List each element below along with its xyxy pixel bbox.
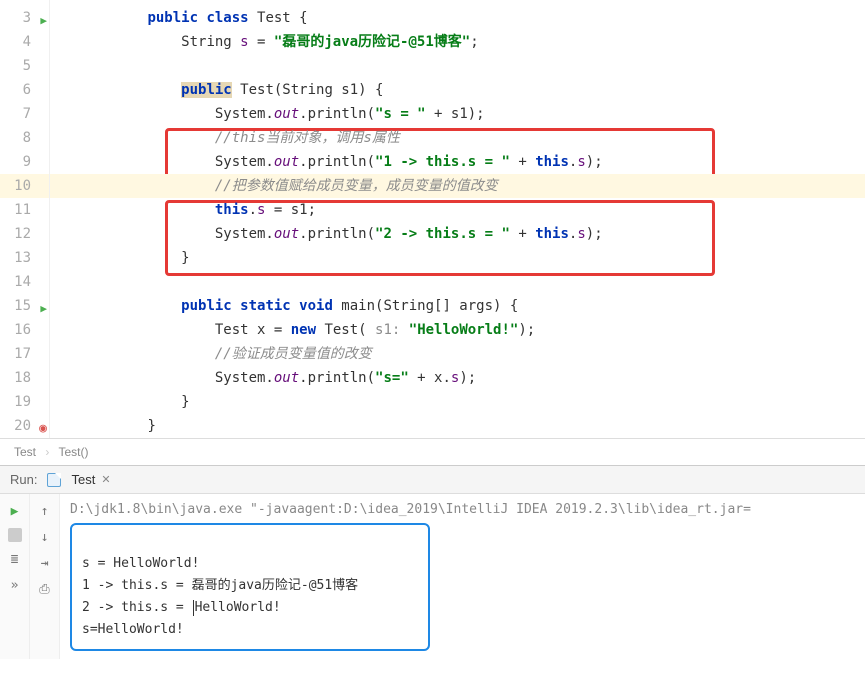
code-line-14[interactable] xyxy=(50,270,865,294)
code-line-8[interactable]: //this当前对象，调用s属性 xyxy=(50,126,865,150)
caret-icon xyxy=(193,600,194,616)
close-icon[interactable]: ✕ xyxy=(101,473,110,486)
code-line-20[interactable]: } xyxy=(50,414,865,438)
gutter-line-17[interactable]: 17 xyxy=(0,342,49,366)
gutter-line-12[interactable]: 12 xyxy=(0,222,49,246)
stop-button[interactable] xyxy=(8,528,22,542)
console-line: s = HelloWorld! xyxy=(82,556,199,571)
code-line-13[interactable]: } xyxy=(50,246,865,270)
breadcrumb-item[interactable]: Test() xyxy=(58,445,88,459)
gutter-line-16[interactable]: 16 xyxy=(0,318,49,342)
gutter-line-3[interactable]: 3▶ xyxy=(0,6,49,30)
gutter-line-14[interactable]: 14 xyxy=(0,270,49,294)
code-line-10[interactable]: //把参数值赋给成员变量，成员变量的值改变 xyxy=(50,174,865,198)
gutter-line-18[interactable]: 18 xyxy=(0,366,49,390)
code-line-17[interactable]: //验证成员变量值的改变 xyxy=(50,342,865,366)
run-config-icon xyxy=(47,473,61,487)
code-line-11[interactable]: this.s = s1; xyxy=(50,198,865,222)
layout-button[interactable]: ≣ xyxy=(6,550,24,568)
console-command: D:\jdk1.8\bin\java.exe "-javaagent:D:\id… xyxy=(70,502,855,517)
console-toolbar-right: ↑ ↓ ⇥ ⎙ xyxy=(30,494,60,659)
code-line-3[interactable]: public class Test { xyxy=(50,6,865,30)
console-output: s = HelloWorld! 1 -> this.s = 磊哥的java历险记… xyxy=(70,523,430,651)
gutter-line-9[interactable]: 9 xyxy=(0,150,49,174)
gutter: 3▶ 4 5 6 7 8 9 10 11 12 13 14 15▶ 16 17 … xyxy=(0,0,50,438)
code-line-18[interactable]: System.out.println("s=" + x.s); xyxy=(50,366,865,390)
gutter-line-5[interactable]: 5 xyxy=(0,54,49,78)
code-line-9[interactable]: System.out.println("1 -> this.s = " + th… xyxy=(50,150,865,174)
code-line-4[interactable]: String s = "磊哥的java历险记-@51博客"; xyxy=(50,30,865,54)
gutter-line-4[interactable]: 4 xyxy=(0,30,49,54)
code-line-16[interactable]: Test x = new Test( s1: "HelloWorld!"); xyxy=(50,318,865,342)
gutter-line-10[interactable]: 10 xyxy=(0,174,49,198)
run-label: Run: xyxy=(10,472,37,487)
code-area[interactable]: public class Test { String s = "磊哥的java历… xyxy=(50,0,865,438)
console-toolbar-left: ▶ ≣ » xyxy=(0,494,30,659)
console-line: s=HelloWorld! xyxy=(82,622,184,637)
gutter-line-8[interactable]: 8 xyxy=(0,126,49,150)
breadcrumb-sep: › xyxy=(45,445,49,459)
gutter-line-15[interactable]: 15▶ xyxy=(0,294,49,318)
scroll-up-button[interactable]: ↑ xyxy=(36,502,54,520)
code-line-19[interactable]: } xyxy=(50,390,865,414)
console-line: 1 -> this.s = 磊哥的java历险记-@51博客 xyxy=(82,578,358,593)
code-line-5[interactable] xyxy=(50,54,865,78)
breadcrumb[interactable]: Test › Test() xyxy=(0,438,865,465)
gutter-line-20[interactable]: 20◉ xyxy=(0,414,49,438)
soft-wrap-button[interactable]: ⇥ xyxy=(36,554,54,572)
gutter-line-7[interactable]: 7 xyxy=(0,102,49,126)
code-line-15[interactable]: public static void main(String[] args) { xyxy=(50,294,865,318)
console-line: 2 -> this.s = HelloWorld! xyxy=(82,600,281,615)
code-line-7[interactable]: System.out.println("s = " + s1); xyxy=(50,102,865,126)
breadcrumb-item[interactable]: Test xyxy=(14,445,36,459)
print-button[interactable]: ⎙ xyxy=(36,580,54,598)
gutter-line-11[interactable]: 11 xyxy=(0,198,49,222)
code-line-6[interactable]: public Test(String s1) { xyxy=(50,78,865,102)
menu-button[interactable]: » xyxy=(6,576,24,594)
inspection-icon[interactable]: ◉ xyxy=(39,417,47,441)
editor: 3▶ 4 5 6 7 8 9 10 11 12 13 14 15▶ 16 17 … xyxy=(0,0,865,438)
gutter-line-19[interactable]: 19 xyxy=(0,390,49,414)
console-body[interactable]: D:\jdk1.8\bin\java.exe "-javaagent:D:\id… xyxy=(60,494,865,659)
run-tool-header: Run: Test ✕ xyxy=(0,465,865,493)
scroll-down-button[interactable]: ↓ xyxy=(36,528,54,546)
run-config-name[interactable]: Test xyxy=(71,472,95,487)
gutter-line-6[interactable]: 6 xyxy=(0,78,49,102)
rerun-button[interactable]: ▶ xyxy=(6,502,24,520)
gutter-line-13[interactable]: 13 xyxy=(0,246,49,270)
code-line-12[interactable]: System.out.println("2 -> this.s = " + th… xyxy=(50,222,865,246)
console: ▶ ≣ » ↑ ↓ ⇥ ⎙ D:\jdk1.8\bin\java.exe "-j… xyxy=(0,493,865,659)
